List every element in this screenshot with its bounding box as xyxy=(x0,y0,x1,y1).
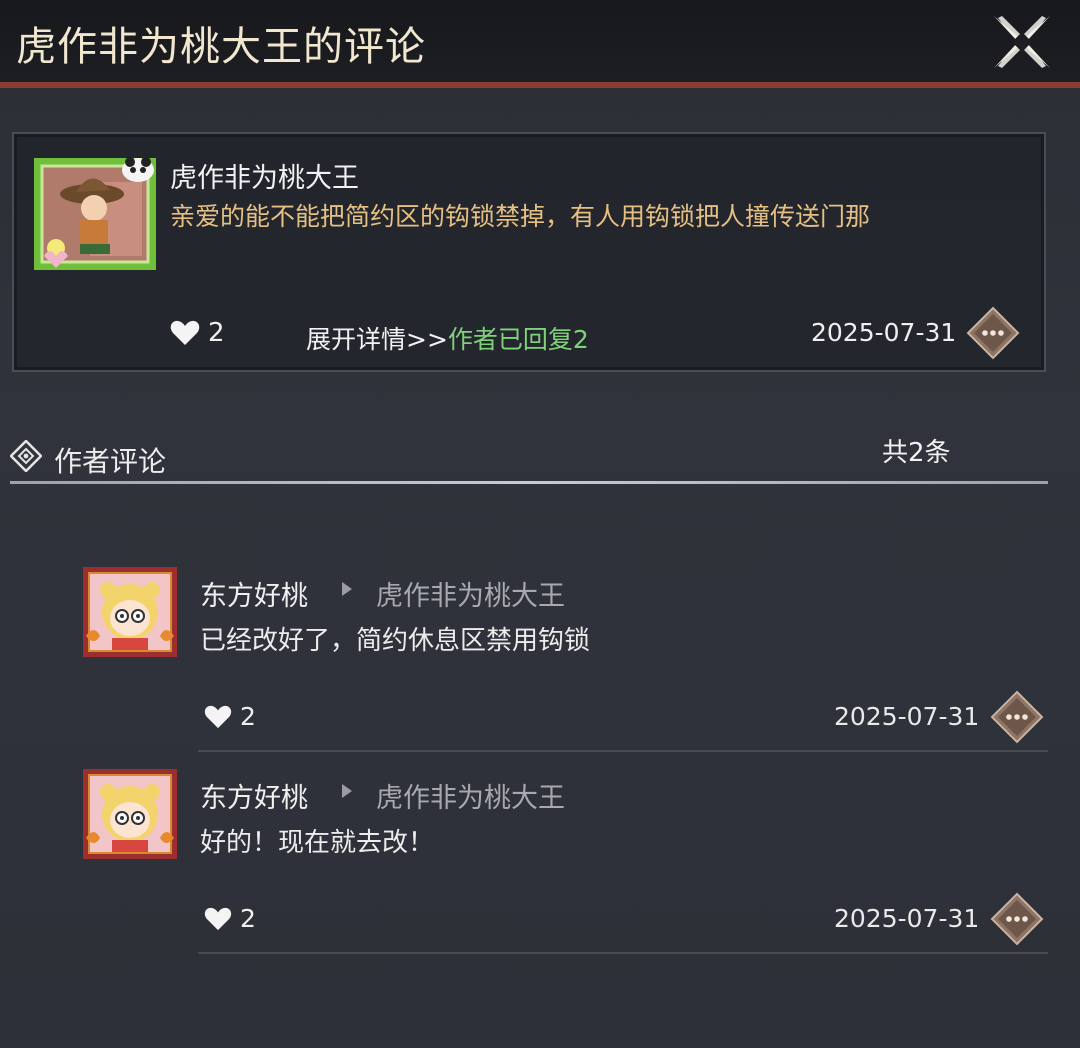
comment-content: 亲爱的能不能把简约区的钩锁禁掉，有人用钩锁把人撞传送门那 xyxy=(170,202,871,231)
avatar[interactable] xyxy=(82,566,178,658)
comment-username[interactable]: 虎作非为桃大王 xyxy=(170,156,359,195)
more-options-button[interactable] xyxy=(990,690,1044,744)
reply-target[interactable]: 虎作非为桃大王 xyxy=(376,574,565,613)
title-bar: 虎作非为桃大王的评论 xyxy=(0,0,1080,88)
reply-item: 东方好桃 虎作非为桃大王 已经改好了，简约休息区禁用钩锁 2 2025-07-3… xyxy=(0,566,1080,766)
more-diamond-icon xyxy=(990,892,1044,946)
close-button[interactable] xyxy=(986,10,1058,74)
section-divider xyxy=(10,481,1048,484)
heart-icon xyxy=(170,320,200,345)
more-options-button[interactable] xyxy=(990,892,1044,946)
expand-row: 展开详情>>作者已回复2 xyxy=(306,320,589,356)
reply-to-arrow-icon xyxy=(342,784,352,798)
reply-text: 已经改好了，简约休息区禁用钩锁 xyxy=(200,626,591,656)
like-count: 2 xyxy=(240,904,256,933)
reply-text: 好的！现在就去改！ xyxy=(200,828,435,858)
heart-icon xyxy=(204,705,232,728)
more-diamond-icon xyxy=(966,306,1020,360)
avatar[interactable] xyxy=(82,768,178,860)
more-diamond-icon xyxy=(990,690,1044,744)
reply-divider xyxy=(198,750,1048,752)
page-title: 虎作非为桃大王的评论 xyxy=(16,24,426,70)
like-count: 2 xyxy=(240,702,256,731)
avatar-blonde-girl-icon xyxy=(83,769,177,859)
reply-date: 2025-07-31 xyxy=(834,702,980,731)
reply-divider xyxy=(198,952,1048,954)
reply-author[interactable]: 东方好桃 xyxy=(200,776,308,815)
expand-details-link[interactable]: 展开详情>> xyxy=(306,325,448,354)
main-comment-card: 虎作非为桃大王 亲爱的能不能把简约区的钩锁禁掉，有人用钩锁把人撞传送门那 2 展… xyxy=(12,132,1046,372)
section-title: 作者评论 xyxy=(54,445,167,478)
like-count: 2 xyxy=(208,318,225,348)
avatar[interactable] xyxy=(30,152,160,274)
reply-to-arrow-icon xyxy=(342,582,352,596)
reply-item: 东方好桃 虎作非为桃大王 好的！现在就去改！ 2 2025-07-31 xyxy=(0,768,1080,968)
reply-date: 2025-07-31 xyxy=(834,904,980,933)
reply-author[interactable]: 东方好桃 xyxy=(200,574,308,613)
author-replied-link[interactable]: 作者已回复2 xyxy=(448,325,589,354)
comment-date: 2025-07-31 xyxy=(811,318,957,347)
diamond-section-icon xyxy=(10,440,42,472)
like-button[interactable]: 2 xyxy=(204,702,256,731)
more-options-button[interactable] xyxy=(966,306,1020,360)
avatar-blonde-girl-icon xyxy=(83,567,177,657)
like-button[interactable]: 2 xyxy=(170,318,225,348)
reply-target[interactable]: 虎作非为桃大王 xyxy=(376,776,565,815)
section-count: 共2条 xyxy=(882,438,951,468)
heart-icon xyxy=(204,907,232,930)
avatar-straw-hat-character xyxy=(34,157,156,270)
close-x-icon xyxy=(994,16,1050,68)
like-button[interactable]: 2 xyxy=(204,904,256,933)
